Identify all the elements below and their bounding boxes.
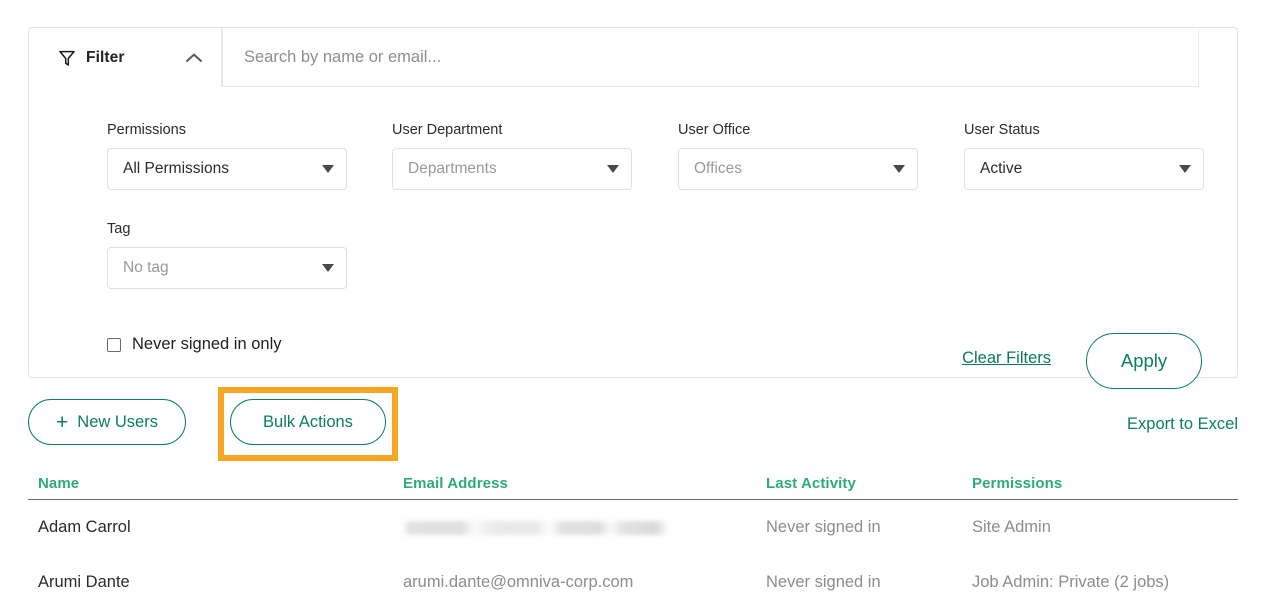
chevron-up-icon[interactable] — [185, 52, 203, 64]
field-tag: Tag No tag — [107, 220, 347, 289]
chevron-down-icon — [322, 264, 334, 272]
table-header-row: Name Email Address Last Activity Permiss… — [28, 468, 1238, 500]
chevron-down-icon — [322, 165, 334, 173]
field-permissions: Permissions All Permissions — [107, 121, 347, 190]
select-user-status-value: Active — [980, 160, 1023, 177]
select-user-department[interactable]: Departments — [392, 148, 632, 190]
clear-filters-link[interactable]: Clear Filters — [962, 349, 1051, 368]
export-to-excel-link[interactable]: Export to Excel — [1127, 415, 1238, 434]
users-page: Filter Permissions All Permissions User … — [0, 0, 1267, 613]
users-table: Name Email Address Last Activity Permiss… — [28, 468, 1238, 610]
select-tag-value: No tag — [123, 259, 169, 276]
select-permissions[interactable]: All Permissions — [107, 148, 347, 190]
new-users-button[interactable]: + New Users — [28, 399, 186, 445]
select-user-department-value: Departments — [408, 160, 497, 177]
table-row[interactable]: Adam Carrol Never signed in Site Admin — [28, 500, 1238, 555]
never-signed-in-checkbox[interactable] — [107, 337, 121, 352]
field-user-office: User Office Offices — [678, 121, 918, 190]
field-user-department: User Department Departments — [392, 121, 632, 190]
column-header-permissions[interactable]: Permissions — [972, 475, 1238, 492]
cell-permissions: Site Admin — [972, 518, 1051, 536]
select-user-office[interactable]: Offices — [678, 148, 918, 190]
field-user-status: User Status Active — [964, 121, 1204, 190]
select-user-office-value: Offices — [694, 160, 742, 177]
column-header-name[interactable]: Name — [28, 475, 403, 492]
cell-last-activity: Never signed in — [766, 518, 881, 536]
redacted-email — [403, 520, 669, 535]
filter-title: Filter — [86, 49, 125, 66]
new-users-label: New Users — [77, 412, 158, 431]
cell-name: Adam Carrol — [38, 518, 131, 536]
never-signed-in-label: Never signed in only — [132, 335, 282, 353]
select-tag[interactable]: No tag — [107, 247, 347, 289]
search-box — [221, 28, 1199, 87]
column-header-email-address[interactable]: Email Address — [403, 475, 766, 492]
column-header-last-activity[interactable]: Last Activity — [766, 475, 972, 492]
cell-name: Arumi Dante — [38, 573, 130, 591]
label-user-status: User Status — [964, 122, 1040, 138]
search-input[interactable] — [242, 47, 1155, 68]
chevron-down-icon — [607, 165, 619, 173]
action-bar: + New Users Bulk Actions Export to Excel — [28, 387, 1238, 461]
filter-toggle[interactable]: Filter — [29, 28, 221, 88]
chevron-down-icon — [1179, 165, 1191, 173]
bulk-actions-button[interactable]: Bulk Actions — [230, 399, 386, 445]
chevron-down-icon — [893, 165, 905, 173]
select-user-status[interactable]: Active — [964, 148, 1204, 190]
label-user-department: User Department — [392, 122, 503, 138]
cell-email-address: arumi.dante@omniva-corp.com — [403, 573, 634, 591]
label-permissions: Permissions — [107, 122, 186, 138]
table-row[interactable]: Arumi Dante arumi.dante@omniva-corp.com … — [28, 555, 1238, 610]
apply-button[interactable]: Apply — [1086, 333, 1202, 389]
label-user-office: User Office — [678, 122, 751, 138]
filter-panel: Filter Permissions All Permissions User … — [28, 27, 1238, 389]
plus-icon: + — [56, 410, 69, 434]
cell-permissions: Job Admin: Private (2 jobs) — [972, 573, 1170, 591]
never-signed-in-checkbox-row[interactable]: Never signed in only — [107, 335, 282, 354]
label-tag: Tag — [107, 221, 131, 237]
funnel-icon — [59, 50, 75, 66]
cell-last-activity: Never signed in — [766, 573, 881, 591]
cell-email-address — [403, 518, 766, 537]
select-permissions-value: All Permissions — [123, 160, 229, 177]
